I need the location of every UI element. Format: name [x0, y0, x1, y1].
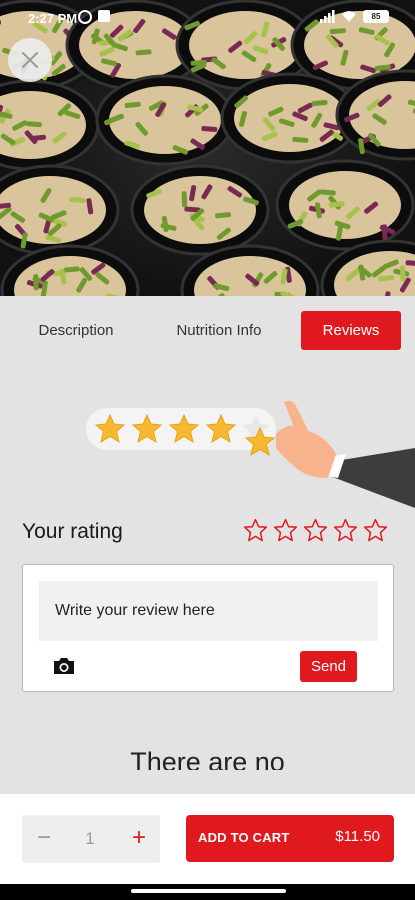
quantity-stepper: − 1 + [22, 815, 160, 863]
no-reviews-text: There are no [130, 747, 285, 770]
cart-bar: − 1 + ADD TO CART $11.50 [0, 794, 415, 884]
decrease-quantity-button[interactable]: − [34, 825, 54, 853]
alarm-icon [78, 10, 92, 24]
signal-icon [320, 10, 335, 23]
status-time: 2:27 PM [28, 11, 78, 26]
tab-reviews[interactable]: Reviews [301, 311, 401, 350]
product-tabs: Description Nutrition Info Reviews [0, 296, 415, 368]
close-button[interactable] [8, 38, 52, 82]
rating-illustration [80, 396, 415, 508]
add-to-cart-button[interactable]: ADD TO CART $11.50 [186, 815, 394, 862]
status-bar: 2:27 PM 85 [0, 0, 415, 36]
star-4-icon[interactable] [333, 518, 358, 543]
increase-quantity-button[interactable]: + [128, 825, 150, 853]
close-icon [22, 52, 38, 68]
review-input[interactable] [39, 581, 378, 641]
review-form: Send [22, 564, 394, 692]
home-gesture-handle[interactable] [131, 889, 286, 893]
star-5-icon[interactable] [363, 518, 388, 543]
tab-nutrition-info[interactable]: Nutrition Info [160, 311, 278, 350]
star-1-icon[interactable] [243, 518, 268, 543]
your-rating-label: Your rating [22, 520, 123, 543]
quantity-value: 1 [85, 829, 95, 848]
tab-description[interactable]: Description [22, 311, 130, 350]
star-2-icon[interactable] [273, 518, 298, 543]
product-image [0, 0, 415, 296]
star-3-icon[interactable] [303, 518, 328, 543]
rating-stars [243, 518, 388, 543]
camera-icon[interactable] [53, 657, 75, 675]
wifi-icon [342, 11, 356, 22]
cart-price: $11.50 [335, 828, 380, 845]
send-button[interactable]: Send [300, 651, 357, 682]
system-navigation-bar [0, 884, 415, 900]
notification-icon [98, 10, 110, 22]
add-to-cart-label: ADD TO CART [198, 830, 290, 845]
battery-icon: 85 [363, 10, 389, 23]
